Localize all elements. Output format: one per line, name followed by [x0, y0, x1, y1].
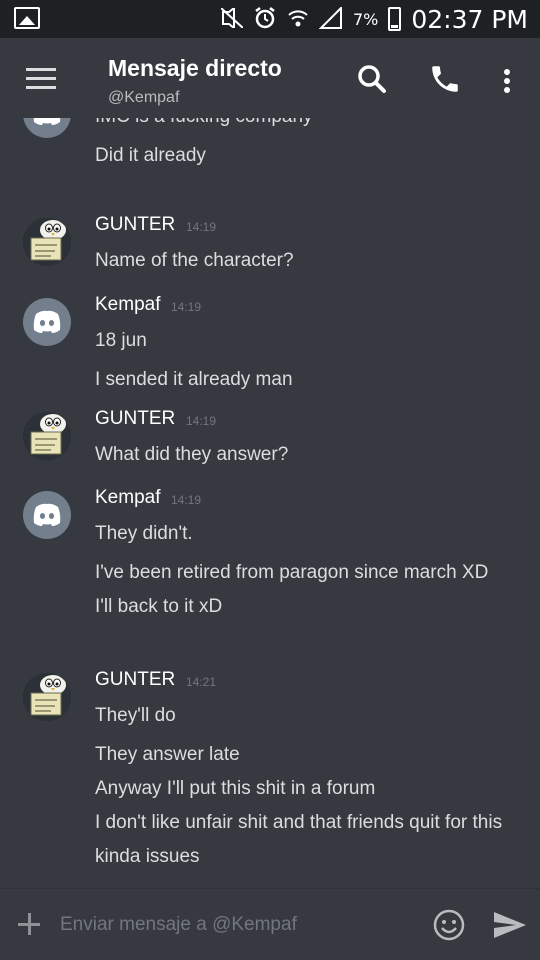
- avatar[interactable]: [23, 673, 71, 721]
- recipient-handle: @Kempaf: [108, 89, 180, 106]
- signal-icon: [318, 5, 343, 32]
- message-author[interactable]: GUNTER: [95, 214, 175, 236]
- message-text[interactable]: I sended it already man: [95, 363, 505, 397]
- avatar[interactable]: [23, 118, 71, 138]
- message-timestamp: 14:21: [186, 675, 217, 689]
- avatar[interactable]: [23, 412, 71, 460]
- status-bar: 7% 02:37 PM: [0, 0, 540, 38]
- wifi-icon: [287, 7, 309, 32]
- page-title: Mensaje directo: [108, 55, 282, 81]
- penguin-avatar-image: [23, 673, 71, 721]
- avatar[interactable]: [23, 298, 71, 346]
- avatar[interactable]: [23, 218, 71, 266]
- message-input[interactable]: [60, 907, 410, 943]
- message-text[interactable]: Name of the character?: [95, 244, 505, 278]
- add-attachment-icon[interactable]: [16, 911, 42, 937]
- send-icon[interactable]: [492, 909, 528, 941]
- message-text[interactable]: What did they answer?: [95, 438, 505, 472]
- message-text[interactable]: They didn't.: [95, 517, 505, 551]
- penguin-avatar-image: [23, 412, 71, 460]
- message-composer: [0, 888, 540, 960]
- message-group: GUNTER 14:21 They'll do They answer late Any…: [0, 669, 540, 888]
- message-timestamp: 14:19: [186, 220, 217, 234]
- message-text[interactable]: I don't like unfair shit and that friend…: [95, 806, 505, 874]
- phone-icon[interactable]: [428, 62, 462, 96]
- penguin-avatar-image: [23, 218, 71, 266]
- menu-icon[interactable]: [26, 68, 56, 90]
- message-text[interactable]: I've been retired from paragon since mar…: [95, 556, 505, 590]
- message-author[interactable]: Kempaf: [95, 487, 160, 509]
- message-author[interactable]: GUNTER: [95, 669, 175, 691]
- message-timestamp: 14:19: [171, 493, 202, 507]
- discord-logo-icon: [33, 503, 61, 526]
- emoji-icon[interactable]: [433, 909, 465, 941]
- message-text[interactable]: They answer late: [95, 738, 505, 772]
- message-text[interactable]: Did it already: [95, 139, 505, 173]
- message-timestamp: 14:19: [171, 300, 202, 314]
- alarm-icon: [253, 6, 277, 33]
- message-text[interactable]: IMC is a fucking company: [95, 118, 505, 134]
- message-list[interactable]: IMC is a fucking company Did it already GU…: [0, 118, 540, 888]
- app-header: Mensaje directo @Kempaf: [0, 38, 540, 118]
- search-icon[interactable]: [355, 62, 389, 96]
- mute-icon: [220, 5, 244, 31]
- message-text[interactable]: 18 jun: [95, 324, 505, 358]
- message-timestamp: 14:19: [186, 414, 217, 428]
- message-text[interactable]: I'll back to it xD: [95, 590, 505, 624]
- message-text[interactable]: They'll do: [95, 699, 505, 733]
- battery-icon: [388, 7, 402, 31]
- status-icons: 7% 02:37 PM: [220, 4, 528, 34]
- message-author[interactable]: Kempaf: [95, 294, 160, 316]
- battery-percent: 7%: [352, 9, 379, 29]
- avatar[interactable]: [23, 491, 71, 539]
- clock: 02:37 PM: [411, 4, 528, 34]
- discord-logo-icon: [33, 118, 61, 125]
- gallery-notification-icon: [14, 7, 40, 29]
- message-author[interactable]: GUNTER: [95, 408, 175, 430]
- more-options-icon[interactable]: [490, 62, 524, 96]
- message-text[interactable]: Anyway I'll put this shit in a forum: [95, 772, 505, 806]
- discord-logo-icon: [33, 310, 61, 333]
